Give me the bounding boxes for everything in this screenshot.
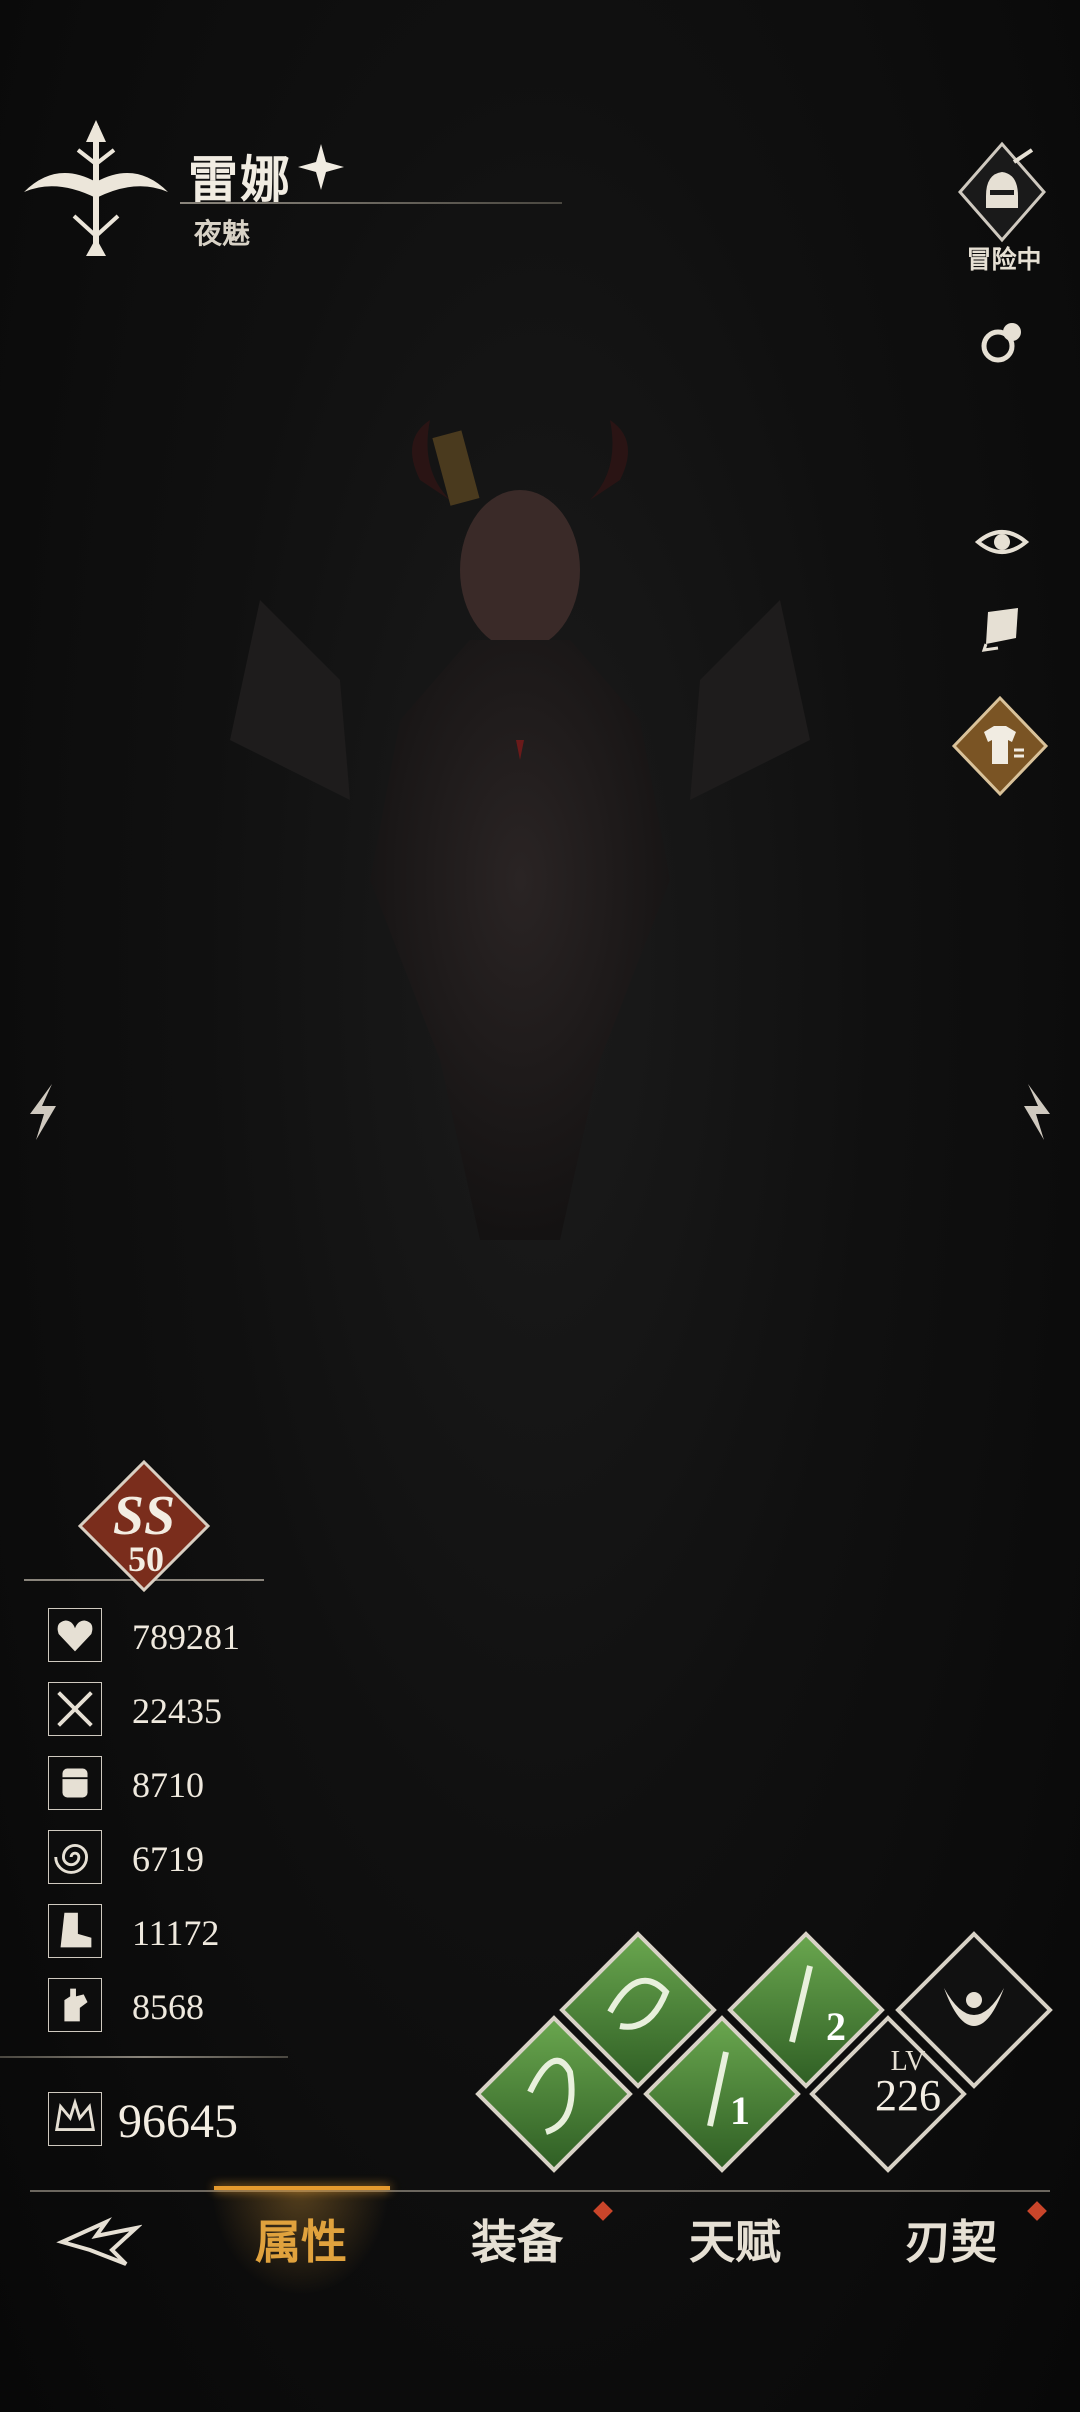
outfit-icon[interactable] [948, 694, 1052, 798]
hand-icon [48, 1978, 102, 2032]
active-tab-indicator [214, 2186, 390, 2190]
tab-equipment[interactable]: 装备 [442, 2206, 592, 2272]
tab-talent[interactable]: 天赋 [660, 2206, 810, 2272]
bow-class-icon [24, 120, 168, 256]
stat-row-hand: 8568 [48, 1978, 308, 2040]
equipment-notification-dot [593, 2201, 613, 2221]
back-icon[interactable] [56, 2210, 142, 2274]
name-underline [180, 202, 562, 204]
boot-icon [48, 1904, 102, 1958]
adventure-status-label: 冒险中 [966, 246, 1042, 274]
power-row: 96645 [48, 2092, 308, 2152]
tab-attributes[interactable]: 属性 [226, 2206, 376, 2272]
star-icon [298, 144, 344, 190]
eye-icon[interactable] [974, 522, 1030, 562]
stat-row-hp: 789281 [48, 1608, 308, 1670]
stat-row-attack: 22435 [48, 1682, 308, 1744]
stat-value-hand: 8568 [132, 1987, 204, 2027]
swirl-icon [48, 1830, 102, 1884]
next-character-arrow[interactable] [1018, 1080, 1058, 1144]
crown-icon [48, 2092, 102, 2146]
power-value: 96645 [118, 2095, 238, 2148]
character-title: 夜魅 [194, 219, 251, 250]
tab-blade-pact[interactable]: 刃契 [876, 2206, 1026, 2272]
skill-panel: 2 1 [475, 1931, 1053, 2173]
fist-icon [48, 1756, 102, 1810]
stats-divider [0, 2056, 288, 2058]
skill-number-1: 1 [730, 2088, 750, 2133]
character-model [230, 420, 810, 1240]
heart-icon [48, 1608, 102, 1662]
stat-row-swirl: 6719 [48, 1830, 308, 1892]
stat-value-swirl: 6719 [132, 1839, 204, 1879]
stat-row-speed: 11172 [48, 1904, 308, 1966]
pacifier-icon[interactable] [974, 316, 1030, 372]
stat-value-attack: 22435 [132, 1691, 222, 1731]
book-icon[interactable] [976, 604, 1026, 654]
grade-level: 50 [128, 1539, 164, 1579]
skill-number-2: 2 [826, 2004, 846, 2049]
level-value: 226 [875, 2071, 941, 2120]
stat-value-hp: 789281 [132, 1617, 240, 1657]
nav-separator [30, 2190, 1050, 2192]
blade-pact-notification-dot [1027, 2201, 1047, 2221]
previous-character-arrow[interactable] [22, 1080, 62, 1144]
stat-value-speed: 11172 [132, 1913, 220, 1953]
stat-value-defense: 8710 [132, 1765, 204, 1805]
crossed-swords-icon [48, 1682, 102, 1736]
stat-row-defense: 8710 [48, 1756, 308, 1818]
